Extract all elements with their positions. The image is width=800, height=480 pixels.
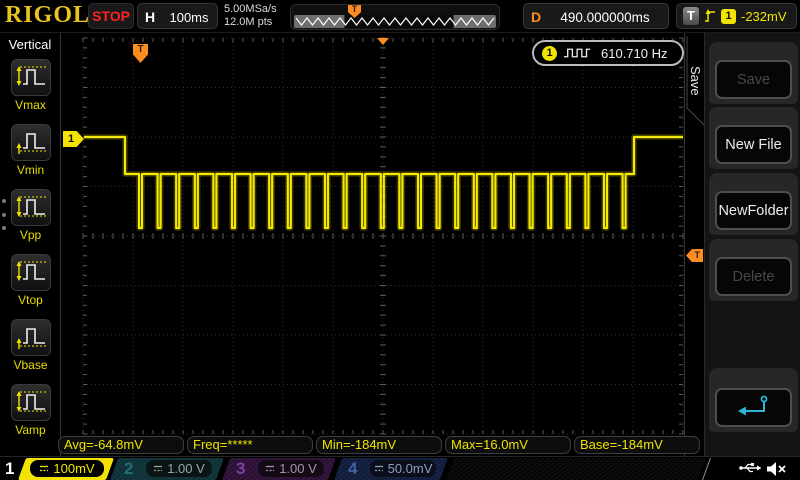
memory-depth: 12.0M pts bbox=[224, 16, 277, 29]
rising-edge-icon bbox=[704, 7, 716, 25]
waveform-memory-bar[interactable]: T bbox=[290, 4, 500, 30]
run-state-button[interactable]: STOP bbox=[88, 3, 134, 29]
waveform-display: T 1 1 610.710 Hz bbox=[62, 33, 685, 456]
softkey-menu: Save New File NewFolder Delete bbox=[704, 33, 800, 456]
vpp-label: Vpp bbox=[0, 228, 61, 242]
save-button[interactable]: Save bbox=[715, 60, 792, 99]
trigger-source-badge: 1 bbox=[721, 9, 736, 24]
measurement-freq: Freq=***** bbox=[187, 436, 313, 454]
counter-source-badge: 1 bbox=[542, 46, 557, 61]
vmin-icon bbox=[14, 127, 48, 155]
trigger-level-value: -232mV bbox=[741, 9, 787, 24]
delay-value: 490.000000ms bbox=[546, 10, 664, 25]
vtop-label: Vtop bbox=[0, 293, 61, 307]
scroll-dot bbox=[2, 199, 6, 203]
sidebar-item-vmax: Vmax bbox=[0, 59, 61, 121]
measurement-avg: Avg=-64.8mV bbox=[58, 436, 184, 454]
horizontal-scale-box[interactable]: H 100ms bbox=[137, 3, 218, 29]
sidebar-item-vbase: Vbase bbox=[0, 319, 61, 381]
vbase-label: Vbase bbox=[0, 358, 61, 372]
counter-value: 610.710 Hz bbox=[601, 46, 668, 61]
channel4-number[interactable]: 4 bbox=[348, 459, 357, 479]
speaker-muted-icon bbox=[766, 461, 788, 477]
horizontal-label: H bbox=[145, 9, 155, 25]
vamp-button[interactable] bbox=[11, 384, 51, 421]
square-wave-icon bbox=[563, 46, 595, 60]
delay-label: D bbox=[531, 9, 541, 25]
vtop-icon bbox=[14, 257, 48, 285]
return-arrow-icon bbox=[736, 392, 772, 420]
sample-rate: 5.00MSa/s bbox=[224, 3, 277, 16]
memory-waveform-icon bbox=[294, 5, 498, 31]
channel4-scale-value: 50.0mV bbox=[388, 461, 433, 476]
menu-cell: Delete bbox=[709, 239, 798, 301]
vamp-icon bbox=[14, 387, 48, 415]
menu-cell: New File bbox=[709, 107, 798, 169]
new-folder-button[interactable]: NewFolder bbox=[715, 191, 792, 230]
acquisition-info: 5.00MSa/s 12.0M pts bbox=[224, 3, 277, 29]
left-menu-title: Vertical bbox=[0, 37, 60, 52]
channel-status-bar: 1 100mV 2 1.00 V 3 1.00 V 4 50.0mV bbox=[0, 456, 800, 480]
vbase-button[interactable] bbox=[11, 319, 51, 356]
vpp-button[interactable] bbox=[11, 189, 51, 226]
dc-coupling-icon bbox=[265, 464, 275, 473]
measurement-bar: Avg=-64.8mV Freq=***** Min=-184mV Max=16… bbox=[0, 436, 800, 454]
channel3-scale[interactable]: 1.00 V bbox=[258, 460, 324, 477]
back-button[interactable] bbox=[715, 388, 792, 427]
channel2-number[interactable]: 2 bbox=[124, 459, 133, 479]
channel3-scale-value: 1.00 V bbox=[279, 461, 317, 476]
channel2-scale[interactable]: 1.00 V bbox=[146, 460, 212, 477]
channel3-number[interactable]: 3 bbox=[236, 459, 245, 479]
menu-cell bbox=[709, 368, 798, 432]
frequency-counter: 1 610.710 Hz bbox=[532, 40, 684, 66]
dc-coupling-icon bbox=[39, 464, 49, 473]
channel1-scale-value: 100mV bbox=[53, 461, 94, 476]
channel1-number[interactable]: 1 bbox=[5, 459, 14, 479]
measurement-base: Base=-184mV bbox=[574, 436, 700, 454]
measurement-min: Min=-184mV bbox=[316, 436, 442, 454]
scroll-dot bbox=[2, 226, 6, 230]
usb-icon bbox=[738, 461, 762, 475]
menu-cell: Save bbox=[709, 42, 798, 104]
vmax-icon bbox=[14, 62, 48, 90]
trigger-level-marker[interactable]: T bbox=[686, 249, 703, 262]
delete-button[interactable]: Delete bbox=[715, 257, 792, 296]
vbase-icon bbox=[14, 322, 48, 350]
menu-tab-label: Save bbox=[687, 56, 703, 106]
vmax-button[interactable] bbox=[11, 59, 51, 96]
vpp-icon bbox=[14, 192, 48, 220]
sidebar-item-vtop: Vtop bbox=[0, 254, 61, 316]
sidebar-item-vmin: Vmin bbox=[0, 124, 61, 186]
dc-coupling-icon bbox=[153, 464, 163, 473]
brand-logo: RIGOL bbox=[5, 2, 90, 29]
empty-segment bbox=[446, 458, 706, 480]
channel1-scale[interactable]: 100mV bbox=[30, 460, 104, 477]
measurement-max: Max=16.0mV bbox=[445, 436, 571, 454]
new-file-button[interactable]: New File bbox=[715, 125, 792, 164]
top-status-bar: RIGOL STOP H 100ms 5.00MSa/s 12.0M pts T… bbox=[0, 0, 800, 33]
trigger-label: T bbox=[683, 7, 699, 25]
vertical-measure-menu: Vertical Vmax Vmin bbox=[0, 33, 61, 456]
sidebar-item-vpp: Vpp bbox=[0, 189, 61, 251]
menu-cell: NewFolder bbox=[709, 173, 798, 235]
vmin-button[interactable] bbox=[11, 124, 51, 161]
vmin-label: Vmin bbox=[0, 163, 61, 177]
trigger-status-box[interactable]: T 1 -232mV bbox=[676, 3, 797, 29]
vamp-label: Vamp bbox=[0, 423, 61, 437]
vmax-label: Vmax bbox=[0, 98, 61, 112]
horizontal-scale-value: 100ms bbox=[164, 10, 214, 25]
scroll-dot bbox=[2, 213, 6, 217]
delay-box[interactable]: D 490.000000ms bbox=[523, 3, 669, 29]
dc-coupling-icon bbox=[374, 464, 384, 473]
channel4-scale[interactable]: 50.0mV bbox=[370, 460, 436, 477]
channel2-scale-value: 1.00 V bbox=[167, 461, 205, 476]
graticule-and-trace bbox=[62, 33, 685, 456]
vtop-button[interactable] bbox=[11, 254, 51, 291]
